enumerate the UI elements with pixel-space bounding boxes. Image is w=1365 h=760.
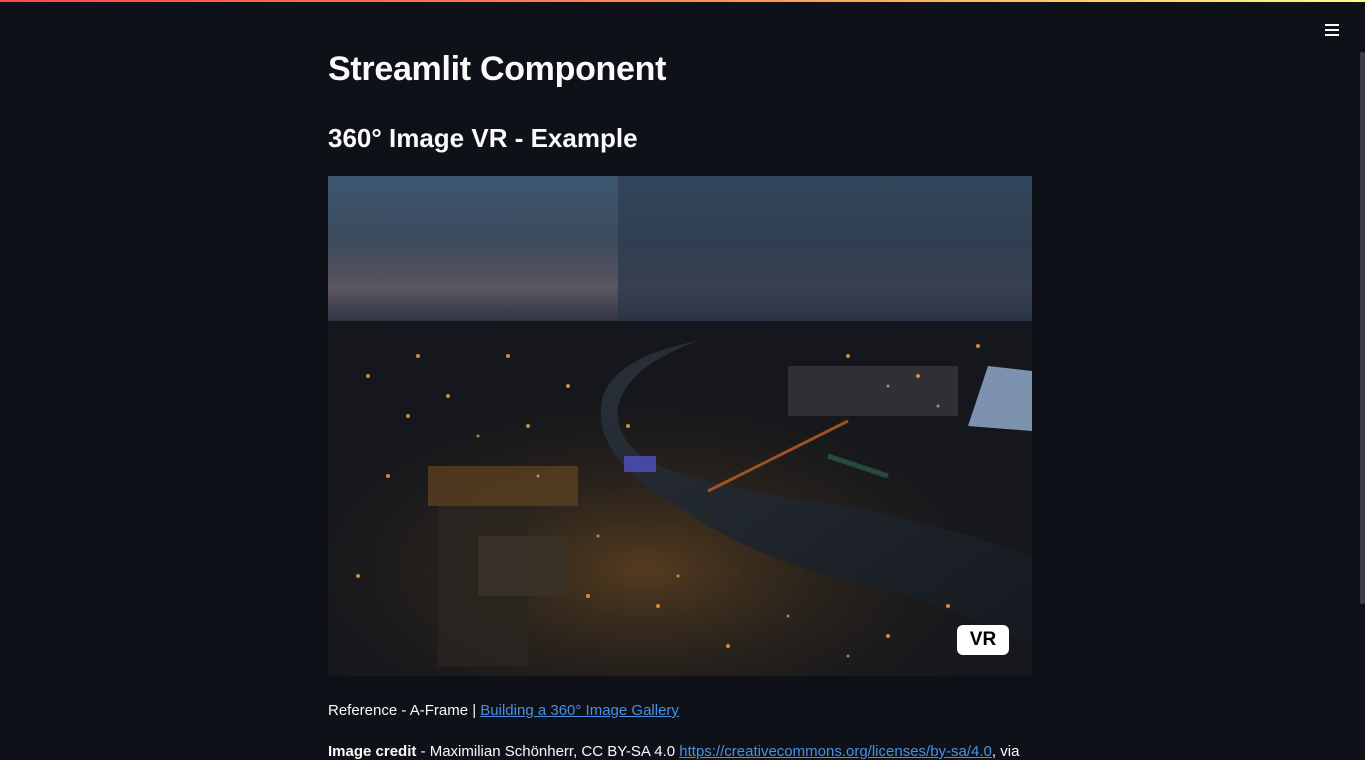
- license-link[interactable]: https://creativecommons.org/licenses/by-…: [679, 743, 992, 760]
- image-credit-label: Image credit: [328, 743, 417, 760]
- hamburger-menu-icon: [1325, 24, 1339, 36]
- image-credit-paragraph: Image credit - Maximilian Schönherr, CC …: [328, 743, 1019, 760]
- vr-enter-button[interactable]: VR: [957, 625, 1009, 655]
- page-title: Streamlit Component: [328, 50, 667, 88]
- page-scrollbar[interactable]: [1360, 52, 1365, 604]
- image-credit-suffix: , via: [991, 743, 1020, 760]
- reference-paragraph: Reference - A-Frame | Building a 360° Im…: [328, 702, 679, 719]
- top-decoration-bar: [0, 0, 1365, 2]
- panorama-city-night-image: [328, 176, 1032, 676]
- vr-360-image-viewer[interactable]: VR: [328, 176, 1032, 676]
- main-menu-button[interactable]: [1317, 16, 1347, 44]
- section-heading: 360° Image VR - Example: [328, 123, 638, 153]
- image-credit-text: - Maximilian Schönherr, CC BY-SA 4.0: [416, 743, 680, 760]
- image-gallery-link[interactable]: Building a 360° Image Gallery: [480, 702, 679, 719]
- reference-prefix: Reference - A-Frame |: [328, 702, 477, 719]
